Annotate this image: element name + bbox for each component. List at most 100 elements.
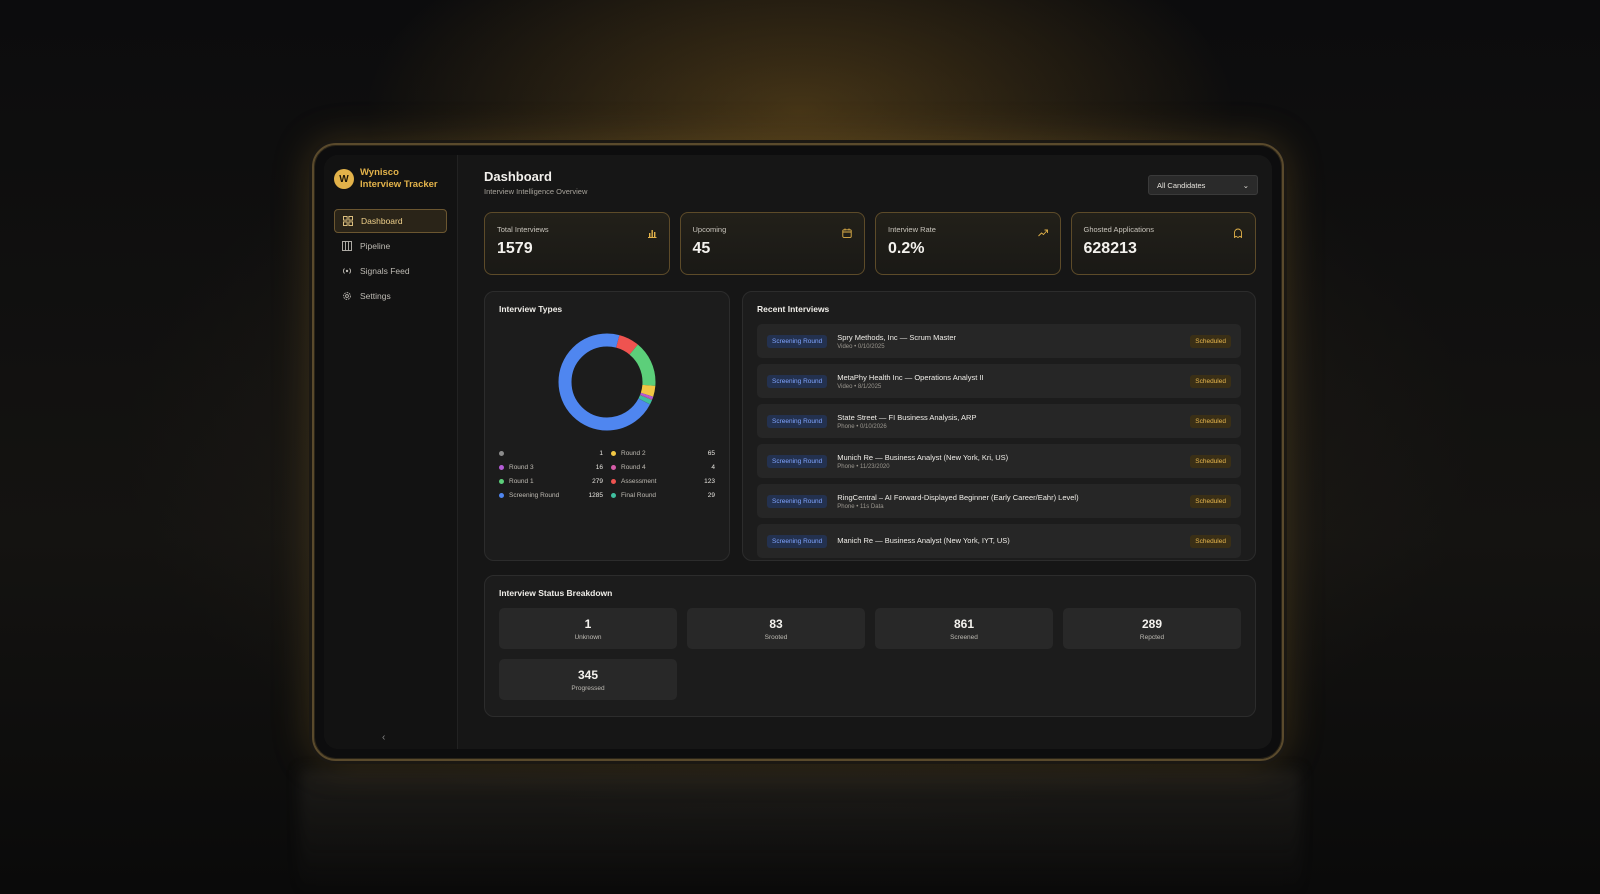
sidebar-item-pipeline[interactable]: Pipeline <box>334 234 447 258</box>
collapse-sidebar-button[interactable]: ‹ <box>382 732 385 743</box>
sidebar-item-label: Dashboard <box>361 216 403 226</box>
donut-chart-wrap <box>499 330 715 434</box>
round-badge: Screening Round <box>767 534 828 548</box>
interview-meta: Phone • 0/10/2026 <box>837 423 887 430</box>
legend-value: 4 <box>711 463 715 471</box>
interview-title: RingCentral – AI Forward-Displayed Begin… <box>837 492 1079 502</box>
status-label: Repcted <box>1139 633 1165 641</box>
candidate-filter-select[interactable]: All Candidates ⌄ <box>1148 175 1258 195</box>
round-badge: Screening Round <box>767 454 828 468</box>
legend-swatch <box>499 492 504 498</box>
sidebar-item-label: Settings <box>360 291 391 301</box>
legend-value: 279 <box>592 477 603 485</box>
stat-label: Ghosted Applications <box>1083 225 1154 234</box>
panel-title: Interview Types <box>499 304 563 314</box>
interview-text: MetaPhy Health Inc — Operations Analyst … <box>837 373 1190 390</box>
legend-swatch <box>499 478 504 484</box>
sidebar-item-label: Signals Feed <box>360 266 410 276</box>
status-card[interactable]: 861 Screened <box>875 608 1053 649</box>
interview-meta: Phone • 11s Data <box>837 503 884 510</box>
legend-value: 1285 <box>588 491 603 499</box>
stat-cards: Total Interviews 1579 Upcoming 45 Interv… <box>484 212 1256 275</box>
legend-swatch <box>499 464 504 470</box>
page-subtitle: Interview Intelligence Overview <box>484 187 588 196</box>
legend-swatch <box>499 450 504 456</box>
legend-value: 16 <box>595 463 603 471</box>
signal-icon <box>342 266 352 276</box>
legend-item: Final Round 29 <box>611 490 715 500</box>
legend-label: Screening Round <box>509 491 560 499</box>
calendar-icon <box>842 225 852 238</box>
panel-title: Interview Status Breakdown <box>499 588 613 598</box>
legend-item: Screening Round 1285 <box>499 490 603 500</box>
interview-text: State Street — FI Business Analysis, ARP… <box>837 413 1190 430</box>
status-card[interactable]: 1 Unknown <box>499 608 677 649</box>
round-badge: Screening Round <box>767 414 828 428</box>
legend-label: Round 4 <box>621 463 646 471</box>
interview-text: Manich Re — Business Analyst (New York, … <box>837 536 1190 547</box>
legend-label: Final Round <box>621 491 657 499</box>
recent-interview-row[interactable]: Screening Round RingCentral – AI Forward-… <box>757 484 1241 518</box>
main-content: Dashboard Interview Intelligence Overvie… <box>458 155 1272 749</box>
legend-value: 65 <box>707 449 715 457</box>
interview-title: Manich Re — Business Analyst (New York, … <box>837 535 1010 545</box>
app-screen: W Wynisco Interview Tracker Dashboard Pi… <box>324 155 1272 749</box>
bar-chart-icon <box>647 225 657 238</box>
grid-icon <box>343 216 353 226</box>
ghost-icon <box>1233 225 1243 239</box>
status-card[interactable]: 345 Progressed <box>499 659 677 700</box>
legend-item: Round 4 4 <box>611 462 715 472</box>
status-badge: Scheduled <box>1190 494 1231 508</box>
status-badge: Scheduled <box>1190 534 1231 548</box>
stat-value: 1579 <box>497 240 533 257</box>
interview-meta: Video • 0/10/2025 <box>837 343 885 350</box>
legend-value: 123 <box>704 477 715 485</box>
recent-interview-row[interactable]: Screening Round Spry Methods, Inc — Scrum… <box>757 324 1241 358</box>
stat-card-ghosted-applications[interactable]: Ghosted Applications 628213 <box>1070 212 1256 275</box>
panels-row: Interview Types 1 Round 2 65 Round 3 16 Round… <box>484 291 1256 561</box>
status-label: Screened <box>950 633 978 641</box>
screen-reflection <box>300 770 1300 894</box>
legend-swatch <box>611 464 616 470</box>
status-card[interactable]: 289 Repcted <box>1063 608 1241 649</box>
status-card[interactable]: 83 Srooted <box>687 608 865 649</box>
sidebar-item-dashboard[interactable]: Dashboard <box>334 209 447 233</box>
status-badge: Scheduled <box>1190 454 1231 468</box>
stat-card-interview-rate[interactable]: Interview Rate 0.2% <box>875 212 1061 275</box>
recent-interview-row[interactable]: Screening Round Manich Re — Business Anal… <box>757 524 1241 558</box>
trend-up-icon <box>1037 225 1048 237</box>
interview-title: Spry Methods, Inc — Scrum Master <box>837 332 957 342</box>
stat-label: Total Interviews <box>497 225 549 234</box>
stat-card-total-interviews[interactable]: Total Interviews 1579 <box>484 212 670 275</box>
stat-card-upcoming[interactable]: Upcoming 45 <box>679 212 865 275</box>
interview-types-donut <box>558 333 656 431</box>
status-count: 861 <box>953 616 975 631</box>
status-badge: Scheduled <box>1190 414 1231 428</box>
legend-item: Round 2 65 <box>611 448 715 458</box>
recent-interview-row[interactable]: Screening Round State Street — FI Busines… <box>757 404 1241 438</box>
status-breakdown-grid: 1 Unknown 83 Srooted 861 Screened 289 Repcted 34… <box>499 608 1241 700</box>
legend-label: Assessment <box>621 477 657 485</box>
legend-label: Round 1 <box>509 477 534 485</box>
legend-item: Round 1 279 <box>499 476 603 486</box>
chevron-down-icon: ⌄ <box>1242 180 1249 190</box>
recent-interview-row[interactable]: Screening Round Munich Re — Business Anal… <box>757 444 1241 478</box>
tablet-frame: W Wynisco Interview Tracker Dashboard Pi… <box>312 143 1284 761</box>
sidebar-item-settings[interactable]: Settings <box>334 284 447 308</box>
interview-types-panel: Interview Types 1 Round 2 65 Round 3 16 Round… <box>484 291 730 561</box>
stat-label: Upcoming <box>692 225 727 234</box>
interview-meta: Phone • 11/23/2020 <box>837 463 890 470</box>
brand-name: Wynisco Interview Tracker <box>360 167 438 191</box>
interview-title: MetaPhy Health Inc — Operations Analyst … <box>837 372 984 382</box>
columns-icon <box>342 241 352 251</box>
legend-value: 1 <box>599 449 603 457</box>
legend-item: 1 <box>499 448 603 458</box>
round-badge: Screening Round <box>767 494 828 508</box>
interview-title: State Street — FI Business Analysis, ARP <box>837 412 977 422</box>
sidebar-item-signals-feed[interactable]: Signals Feed <box>334 259 447 283</box>
recent-interviews-list: Screening Round Spry Methods, Inc — Scrum… <box>757 324 1241 558</box>
stat-value: 628213 <box>1083 240 1137 257</box>
round-badge: Screening Round <box>767 334 828 348</box>
recent-interview-row[interactable]: Screening Round MetaPhy Health Inc — Oper… <box>757 364 1241 398</box>
legend-label: Round 2 <box>621 449 646 457</box>
